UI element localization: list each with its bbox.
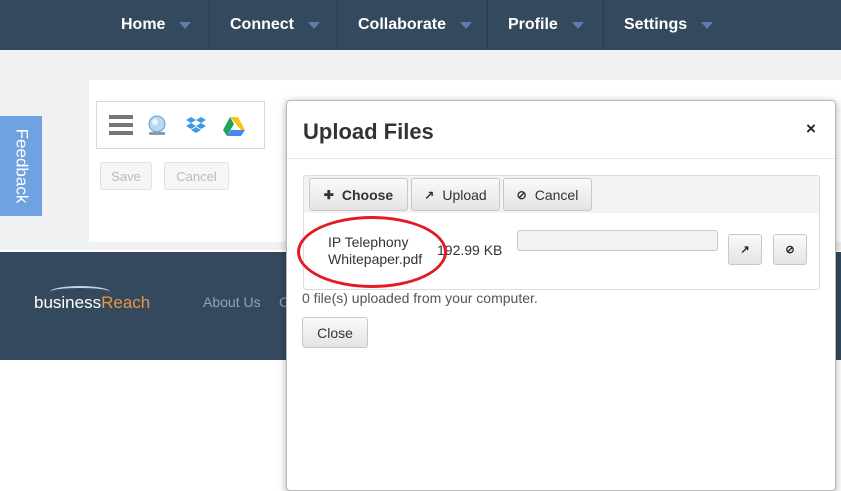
nav-profile[interactable]: Profile bbox=[488, 0, 604, 50]
nav-connect[interactable]: Connect bbox=[210, 0, 338, 50]
file-upload-button[interactable]: ↗ bbox=[728, 234, 762, 265]
upload-files-dialog: Upload Files × ✚ Choose ↗ Upload ⊘ Cance… bbox=[286, 100, 836, 491]
google-drive-icon[interactable] bbox=[222, 115, 246, 137]
brand-logo-accent: Reach bbox=[101, 293, 151, 312]
list-icon[interactable] bbox=[109, 115, 133, 137]
upload-button[interactable]: ↗ Upload bbox=[411, 178, 500, 211]
nav-connect-label: Connect bbox=[230, 16, 294, 33]
upload-source-selector bbox=[96, 101, 265, 149]
close-icon[interactable]: × bbox=[806, 119, 816, 139]
dropbox-icon[interactable] bbox=[184, 115, 208, 137]
nav-settings[interactable]: Settings bbox=[604, 0, 732, 50]
chevron-down-icon bbox=[460, 21, 473, 29]
cancel-icon: ⊘ bbox=[785, 244, 795, 256]
brand-logo[interactable]: businessReach bbox=[34, 293, 150, 313]
plus-icon: ✚ bbox=[323, 187, 334, 202]
upload-arrow-icon: ↗ bbox=[740, 244, 750, 256]
feedback-label: Feedback bbox=[12, 128, 32, 204]
nav-collaborate-label: Collaborate bbox=[358, 16, 447, 33]
chevron-down-icon bbox=[701, 21, 714, 29]
cancel-upload-button[interactable]: ⊘ Cancel bbox=[503, 178, 592, 211]
save-button[interactable]: Save bbox=[100, 162, 152, 190]
cancel-upload-label: Cancel bbox=[534, 186, 579, 203]
nav-home-label: Home bbox=[121, 16, 166, 33]
nav-collaborate[interactable]: Collaborate bbox=[338, 0, 488, 50]
choose-label: Choose bbox=[341, 186, 394, 203]
dialog-title: Upload Files bbox=[303, 119, 434, 144]
close-button[interactable]: Close bbox=[302, 317, 368, 348]
dialog-header: Upload Files × bbox=[287, 101, 835, 159]
nav-home[interactable]: Home bbox=[100, 0, 210, 50]
choose-button[interactable]: ✚ Choose bbox=[309, 178, 408, 211]
nav-settings-label: Settings bbox=[624, 16, 688, 33]
footer-link-about[interactable]: About Us bbox=[203, 294, 261, 310]
top-nav: Home Connect Collaborate Profile Setting… bbox=[0, 0, 841, 50]
chevron-down-icon bbox=[308, 21, 320, 29]
upload-arrow-icon: ↗ bbox=[424, 187, 435, 202]
chevron-down-icon bbox=[179, 21, 192, 29]
brand-logo-text: business bbox=[34, 293, 102, 312]
file-progress-bar bbox=[517, 230, 718, 251]
feedback-tab[interactable]: Feedback bbox=[0, 116, 42, 216]
cancel-icon: ⊘ bbox=[516, 187, 527, 202]
cancel-button[interactable]: Cancel bbox=[164, 162, 229, 190]
file-remove-button[interactable]: ⊘ bbox=[773, 234, 807, 265]
nav-profile-label: Profile bbox=[508, 16, 558, 33]
chevron-down-icon bbox=[571, 21, 584, 29]
upload-label: Upload bbox=[442, 186, 487, 203]
upload-status-text: 0 file(s) uploaded from your computer. bbox=[302, 290, 538, 306]
annotation-highlight bbox=[297, 216, 447, 288]
upload-toolbar: ✚ Choose ↗ Upload ⊘ Cancel bbox=[303, 175, 820, 214]
computer-icon[interactable] bbox=[145, 115, 169, 137]
